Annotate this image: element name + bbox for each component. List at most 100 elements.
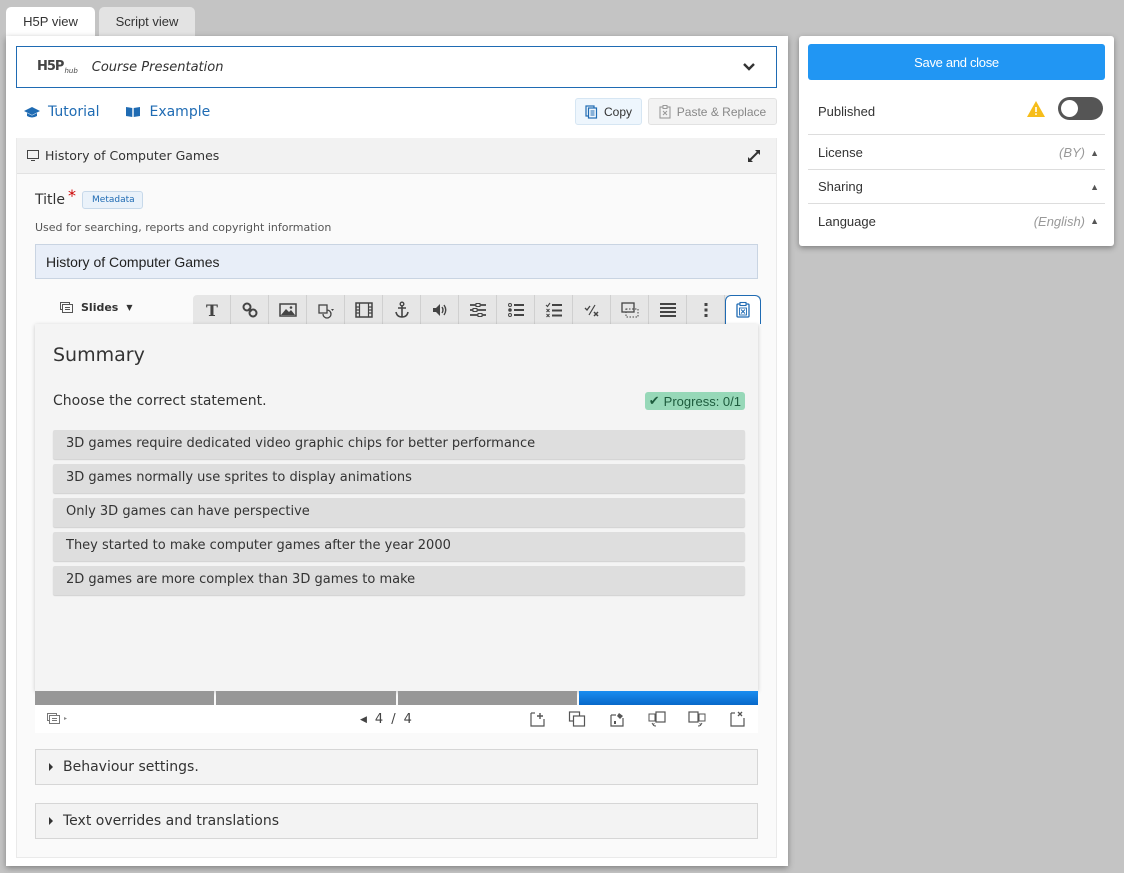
behaviour-settings-section[interactable]: Behaviour settings.	[35, 749, 758, 785]
slide-canvas: Summary Choose the correct statement. ✔ …	[35, 324, 758, 691]
paste-replace-button[interactable]: Paste & Replace	[648, 98, 777, 125]
current-slide: 4	[374, 712, 384, 727]
statement-item[interactable]: 3D games require dedicated video graphic…	[53, 430, 745, 459]
add-video-button[interactable]	[345, 295, 383, 324]
add-shape-button[interactable]	[307, 295, 345, 324]
progress-badge: ✔ Progress: 0/1	[644, 392, 745, 410]
total-slides: 4	[403, 712, 412, 727]
slide-title: Summary	[53, 344, 145, 366]
more-button[interactable]	[687, 295, 725, 324]
required-indicator: *	[68, 186, 77, 205]
add-drag-text-button[interactable]	[611, 295, 649, 324]
publish-sidebar: Save and close Published License (BY) ▲ …	[799, 36, 1114, 246]
move-slide-right-icon[interactable]	[688, 710, 706, 728]
previous-slide-icon[interactable]: ◀	[360, 715, 367, 725]
fullscreen-expand-icon[interactable]	[746, 148, 762, 164]
statement-item[interactable]: Only 3D games can have perspective	[53, 498, 745, 527]
title-input[interactable]	[35, 244, 758, 279]
text-overrides-label: Text overrides and translations	[63, 813, 279, 829]
language-row[interactable]: Language (English) ▲	[808, 204, 1105, 238]
add-audio-button[interactable]	[421, 295, 459, 324]
sharing-label: Sharing	[818, 179, 863, 194]
slides-label: Slides	[81, 301, 119, 314]
slides-list-icon	[47, 713, 60, 724]
element-toolbar: T	[193, 295, 761, 324]
text-overrides-section[interactable]: Text overrides and translations	[35, 803, 758, 839]
clone-slide-icon[interactable]	[568, 710, 586, 728]
example-link[interactable]: Example	[125, 104, 210, 120]
chevron-up-icon: ▲	[1090, 181, 1099, 192]
slide-segment-2[interactable]	[216, 691, 396, 705]
expand-triangle-icon	[49, 763, 53, 771]
add-multiple-choice-button[interactable]	[535, 295, 573, 324]
tab-h5p-view[interactable]: H5P view	[6, 7, 95, 36]
language-label: Language	[818, 213, 876, 229]
clipboard-paste-icon	[736, 301, 750, 318]
slide-segment-3[interactable]	[397, 691, 577, 705]
caret-down-icon: ▼	[126, 303, 133, 312]
statement-list: 3D games require dedicated video graphic…	[53, 430, 745, 600]
copy-label: Copy	[603, 104, 632, 119]
slide-list-toggle[interactable]: ▸	[47, 713, 67, 724]
license-value: (BY)	[1059, 145, 1085, 160]
add-slide-icon[interactable]	[528, 710, 546, 728]
published-toggle[interactable]	[1058, 97, 1103, 120]
license-row[interactable]: License (BY) ▲	[808, 136, 1105, 170]
svg-text:T: T	[206, 301, 218, 319]
view-tabs: H5P view Script view	[6, 7, 195, 36]
add-link-button[interactable]	[231, 295, 269, 324]
expand-triangle-icon	[49, 817, 53, 825]
progress-text: Progress: 0/1	[663, 393, 741, 409]
statement-item[interactable]: 2D games are more complex than 3D games …	[53, 566, 745, 595]
add-anchor-button[interactable]	[383, 295, 421, 324]
content-type-selector[interactable]: H5Phub Course Presentation	[16, 46, 777, 88]
audio-icon	[432, 303, 446, 316]
move-slide-left-icon[interactable]	[648, 710, 666, 728]
text-icon: T	[206, 301, 218, 319]
monitor-icon	[27, 150, 39, 161]
copy-button[interactable]: Copy	[575, 98, 642, 125]
slides-dropdown[interactable]: Slides ▼	[60, 301, 133, 314]
add-summary-button[interactable]	[649, 295, 687, 324]
add-single-choice-button[interactable]	[497, 295, 535, 324]
slide-segment-4[interactable]	[578, 691, 758, 705]
published-row: Published	[808, 88, 1105, 135]
slide-counter: ◀ 4 / 4	[360, 712, 412, 727]
video-icon	[354, 301, 373, 318]
delete-slide-icon[interactable]	[728, 710, 746, 728]
slide-actions	[528, 710, 746, 728]
save-and-close-button[interactable]: Save and close	[808, 44, 1105, 80]
title-label: Title	[35, 191, 66, 208]
metadata-button[interactable]: Metadata	[82, 190, 143, 209]
help-links: Tutorial Example	[24, 104, 210, 120]
chevron-down-icon[interactable]	[742, 60, 756, 74]
image-icon	[278, 302, 297, 317]
slide-background-icon[interactable]	[608, 710, 626, 728]
editor-panel: H5Phub Course Presentation Tutorial Exam…	[6, 36, 788, 866]
anchor-icon	[394, 301, 409, 318]
add-text-button[interactable]: T	[193, 295, 231, 324]
tutorial-label: Tutorial	[48, 104, 100, 120]
paste-element-button[interactable]	[725, 295, 761, 324]
add-fill-blanks-button[interactable]	[459, 295, 497, 324]
content-header: History of Computer Games	[17, 138, 776, 174]
content-header-title: History of Computer Games	[45, 148, 220, 163]
statement-item[interactable]: They started to make computer games afte…	[53, 532, 745, 561]
add-true-false-button[interactable]	[573, 295, 611, 324]
example-label: Example	[149, 104, 211, 120]
tutorial-link[interactable]: Tutorial	[24, 104, 99, 120]
sharing-row[interactable]: Sharing ▲	[808, 170, 1105, 204]
published-label: Published	[818, 103, 876, 119]
fill-in-blanks-icon	[469, 302, 486, 317]
license-label: License	[818, 145, 863, 160]
slide-segment-1[interactable]	[35, 691, 215, 705]
checkmark-icon: ✔	[648, 393, 660, 408]
paste-replace-label: Paste & Replace	[676, 104, 767, 119]
add-image-button[interactable]	[269, 295, 307, 324]
more-vertical-icon	[704, 302, 707, 317]
clipboard-icon	[659, 104, 671, 119]
summary-list-icon	[659, 302, 676, 317]
statement-item[interactable]: 3D games normally use sprites to display…	[53, 464, 745, 493]
slides-icon	[60, 302, 73, 313]
tab-script-view[interactable]: Script view	[99, 7, 195, 36]
